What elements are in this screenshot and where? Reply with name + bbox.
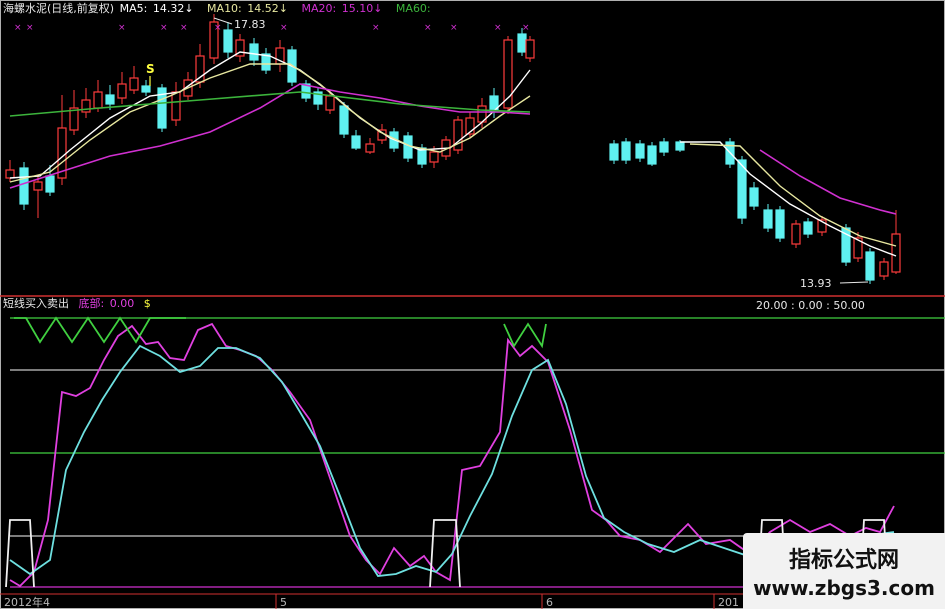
candle-43	[621, 141, 631, 161]
ma10-label: MA10:	[207, 2, 242, 15]
candle-38	[489, 95, 499, 113]
signal-label: S	[146, 62, 155, 76]
chart-header: 海螺水泥(日线,前复权) MA5: 14.32↓ MA10: 14.52↓ MA…	[3, 2, 433, 16]
ma5-arrow: ↓	[184, 2, 194, 15]
ma5-line-right	[680, 141, 897, 257]
watermark-url-text: www.zbgs3.com	[753, 576, 935, 600]
candle-58	[865, 251, 875, 281]
dollar-glyph: $	[143, 297, 151, 310]
ma20-label: MA20:	[301, 2, 337, 15]
ma20-line-right	[759, 149, 897, 215]
candle-17	[223, 29, 233, 53]
candle-2	[33, 181, 43, 191]
x-axis-label-3: 201	[718, 596, 739, 609]
x-axis-label-0: 2012年4	[4, 595, 50, 609]
watermark-badge: 指标公式网 www.zbgs3.com	[743, 533, 945, 609]
stock-title: 海螺水泥(日线,前复权)	[3, 2, 115, 15]
candle-44	[635, 143, 645, 159]
low-arrow	[839, 281, 869, 284]
candle-45	[647, 145, 657, 165]
top-signal-left	[14, 316, 186, 344]
candle-9	[117, 83, 127, 99]
bottom-value: 0.00	[109, 297, 135, 310]
row-marker-3: ×	[160, 23, 168, 33]
candle-46	[659, 141, 669, 153]
low-price-label: 13.93	[800, 277, 832, 290]
ma20-arrow: ↓	[373, 2, 383, 15]
ma10-value: 14.52	[247, 2, 279, 15]
candle-52	[775, 209, 785, 239]
candle-27	[351, 135, 361, 149]
row-marker-5: ×	[214, 23, 222, 33]
watermark-title: 指标公式网	[788, 548, 899, 573]
candle-50	[749, 187, 759, 207]
ma5-value: 14.32	[152, 2, 185, 15]
ma5-line	[9, 51, 531, 179]
x-axis-label-1: 5	[280, 596, 287, 609]
ma10-arrow: ↓	[278, 2, 288, 15]
candle-51	[763, 209, 773, 229]
candle-40	[517, 33, 527, 53]
indicator-header: 短线买入卖出 底部: 0.00 $	[3, 297, 153, 311]
candle-8	[105, 94, 115, 105]
candle-0	[5, 169, 15, 179]
candle-47	[675, 141, 685, 151]
watermark-url: www.zbgs3.com	[753, 576, 935, 600]
candle-3	[45, 175, 55, 193]
candle-28	[365, 143, 375, 153]
indicator-readout-text: 20.00 : 0.00 : 50.00	[756, 299, 865, 312]
row-marker-8: ×	[424, 23, 432, 33]
candle-41	[525, 39, 535, 59]
ma5-label: MA5:	[119, 2, 148, 15]
indicator-readout: 20.00 : 0.00 : 50.00	[756, 299, 867, 313]
candle-59	[879, 261, 889, 277]
candle-26	[339, 105, 349, 135]
high-price-label: 17.83	[234, 18, 266, 31]
candle-13	[171, 91, 181, 121]
candle-54	[803, 221, 813, 235]
candle-19	[249, 43, 259, 61]
ma20-value: 15.10	[341, 2, 374, 15]
row-marker-9: ×	[450, 23, 458, 33]
bottom-label: 底部:	[78, 297, 105, 310]
row-marker-7: ×	[372, 23, 380, 33]
candle-60	[891, 233, 901, 273]
candle-25	[325, 95, 335, 111]
row-marker-0: ×	[14, 23, 22, 33]
indicator-title: 短线买入卖出	[3, 297, 69, 310]
candle-7	[93, 91, 103, 109]
stock-chart-window: × × × × × × × × × × × × S 17.83 13.93 2012年4 5 6 201 海螺水泥(…	[0, 0, 945, 609]
row-marker-11: ×	[522, 23, 530, 33]
candle-10	[129, 77, 139, 91]
row-marker-10: ×	[494, 23, 502, 33]
row-marker-6: ×	[280, 23, 288, 33]
candle-33	[429, 151, 439, 163]
candle-11	[141, 85, 151, 93]
row-marker-1: ×	[26, 23, 34, 33]
candle-53	[791, 223, 801, 245]
x-axis-label-2: 6	[546, 596, 553, 609]
row-marker-4: ×	[180, 23, 188, 33]
candle-42	[609, 143, 619, 161]
candle-1	[19, 167, 29, 205]
ma10-line	[9, 63, 531, 183]
ma60-label: MA60:	[395, 2, 431, 15]
row-marker-2: ×	[118, 23, 126, 33]
